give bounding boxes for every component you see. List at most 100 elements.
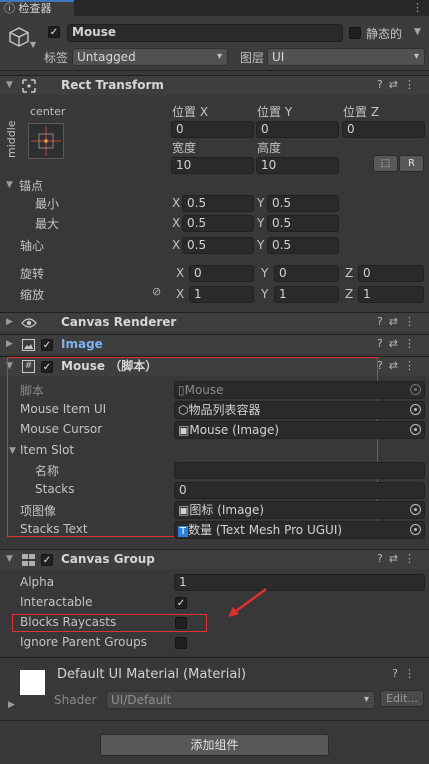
textmeshpro-icon: T <box>178 526 189 537</box>
scale-z-input[interactable]: 1 <box>358 286 424 303</box>
cursor-label: Mouse Cursor <box>20 422 103 436</box>
raw-edit-button[interactable]: R <box>399 155 424 172</box>
anchors-fold-icon[interactable]: ▼ <box>6 176 13 195</box>
component-header-icons[interactable]: ?⇄⋮ <box>377 337 421 350</box>
object-name-input[interactable]: Mouse <box>67 24 343 42</box>
canvas-group-header[interactable]: ▼ ✓ Canvas Group ?⇄⋮ <box>0 549 429 569</box>
object-picker-icon[interactable] <box>410 504 421 515</box>
item-ui-label: Mouse Item UI <box>20 402 107 416</box>
component-header-icons[interactable]: ?⇄⋮ <box>377 78 421 91</box>
material-fold-icon[interactable]: ▶ <box>8 696 15 715</box>
script-field: ▯Mouse <box>174 381 425 399</box>
red-arrow-icon <box>228 588 267 617</box>
blueprint-mode-button[interactable]: ⬚ <box>373 155 398 172</box>
material-title: Default UI Material (Material) <box>57 667 247 682</box>
icon-dropdown-arrow[interactable]: ▼ <box>30 40 36 49</box>
name-input[interactable] <box>174 462 425 479</box>
pos-z-input[interactable]: 0 <box>342 121 425 138</box>
link-scale-icon[interactable]: ⊘ <box>152 285 161 298</box>
component-header-icons[interactable]: ?⇄⋮ <box>377 315 421 328</box>
object-header: ▼ ✓ Mouse 静态的 ▼ 标签 Untagged 图层 UI <box>0 16 429 71</box>
fold-arrow-icon[interactable]: ▼ <box>6 550 13 569</box>
pos-y-input[interactable]: 0 <box>256 121 339 138</box>
script-value: Mouse <box>184 383 224 397</box>
anchor-preset-button[interactable] <box>28 123 64 159</box>
min-x-input[interactable]: 0.5 <box>182 195 254 212</box>
image-icon: ▣ <box>178 503 190 517</box>
fold-arrow-icon[interactable]: ▶ <box>6 335 13 354</box>
stacks-input[interactable]: 0 <box>174 482 425 499</box>
height-input[interactable]: 10 <box>256 157 339 174</box>
stacks-text-field[interactable]: T 数量 (Text Mesh Pro UGUI) <box>174 521 425 539</box>
cursor-value: Mouse (Image) <box>189 423 280 437</box>
fold-arrow-icon[interactable]: ▼ <box>6 76 13 95</box>
material-section: Default UI Material (Material) Shader UI… <box>0 657 429 713</box>
inspector-icon: ⓘ <box>4 2 15 15</box>
rot-y-input[interactable]: 0 <box>274 265 339 282</box>
pivot-x-input[interactable]: 0.5 <box>182 237 254 254</box>
material-header-icons[interactable]: ?⋮ <box>392 667 421 680</box>
add-component-button[interactable]: 添加组件 <box>100 734 329 756</box>
object-picker-icon[interactable] <box>410 524 421 535</box>
image-header[interactable]: ▶ ✓ Image ?⇄⋮ <box>0 334 429 354</box>
component-header-icons[interactable]: ?⇄⋮ <box>377 552 421 565</box>
tab-menu-icon[interactable]: ⋮ <box>412 1 423 14</box>
max-x-input[interactable]: 0.5 <box>182 215 254 232</box>
image-icon: ▣ <box>178 423 190 437</box>
cursor-field[interactable]: ▣Mouse (Image) <box>174 421 425 439</box>
fold-arrow-icon[interactable]: ▶ <box>6 313 13 332</box>
component-header-icons[interactable]: ?⇄⋮ <box>377 359 421 372</box>
anchor-v-label: middle <box>5 120 18 158</box>
item-ui-field[interactable]: ⬡物品列表容器 <box>174 401 425 419</box>
item-image-value: 图标 (Image) <box>189 503 265 517</box>
alpha-input[interactable]: 1 <box>174 574 425 591</box>
canvas-renderer-header[interactable]: ▶ Canvas Renderer ?⇄⋮ <box>0 312 429 332</box>
rect-transform-header[interactable]: ▼ Rect Transform ?⇄⋮ <box>0 75 429 95</box>
gameobject-icon: ⬡ <box>178 403 189 417</box>
item-ui-value: 物品列表容器 <box>188 403 261 417</box>
static-checkbox[interactable] <box>349 27 361 39</box>
rect-transform-title: Rect Transform <box>61 78 164 92</box>
static-dropdown-icon[interactable]: ▼ <box>414 27 421 37</box>
max-y-input[interactable]: 0.5 <box>267 215 339 232</box>
pivot-x-label: X <box>172 238 181 252</box>
static-label: 静态的 <box>366 27 403 41</box>
max-y-label: Y <box>257 216 265 230</box>
active-checkbox[interactable]: ✓ <box>48 26 60 38</box>
image-enabled-checkbox[interactable]: ✓ <box>41 339 53 351</box>
object-picker-icon[interactable] <box>410 424 421 435</box>
tag-dropdown[interactable]: Untagged <box>72 48 228 66</box>
min-y-input[interactable]: 0.5 <box>267 195 339 212</box>
tab-bar: ⓘ 检查器 ⋮ <box>0 0 429 16</box>
layer-dropdown[interactable]: UI <box>267 48 425 66</box>
pivot-y-label: Y <box>257 238 265 252</box>
width-input[interactable]: 10 <box>171 157 254 174</box>
anchors-label: 锚点 <box>19 179 44 193</box>
tab-inspector[interactable]: ⓘ 检查器 <box>0 0 74 16</box>
alpha-label: Alpha <box>20 575 55 589</box>
shader-dropdown[interactable]: UI/Default <box>106 691 375 709</box>
min-y-label: Y <box>257 196 265 210</box>
tag-label: 标签 <box>44 51 69 65</box>
pivot-y-input[interactable]: 0.5 <box>267 237 339 254</box>
rot-x-input[interactable]: 0 <box>189 265 254 282</box>
material-preview <box>20 670 45 695</box>
scale-y-input[interactable]: 1 <box>274 286 339 303</box>
image-icon <box>22 339 35 351</box>
rot-z-input[interactable]: 0 <box>358 265 424 282</box>
ignore-parent-checkbox[interactable] <box>175 637 187 649</box>
scale-y-label: Y <box>261 287 269 301</box>
stacks-label: Stacks <box>35 482 75 496</box>
item-image-field[interactable]: ▣图标 (Image) <box>174 501 425 519</box>
rot-z-label: Z <box>345 266 354 280</box>
edit-shader-button[interactable]: Edit... <box>380 690 424 707</box>
interactable-checkbox[interactable]: ✓ <box>175 597 187 609</box>
pos-x-input[interactable]: 0 <box>171 121 254 138</box>
blocks-raycasts-checkbox[interactable] <box>175 617 187 629</box>
item-slot-fold-icon[interactable]: ▼ <box>9 442 16 461</box>
object-picker-icon[interactable] <box>410 404 421 415</box>
shader-label: Shader <box>54 693 97 707</box>
scale-x-input[interactable]: 1 <box>189 286 254 303</box>
blocks-raycasts-label: Blocks Raycasts <box>20 615 117 629</box>
canvas-group-enabled-checkbox[interactable]: ✓ <box>41 554 53 566</box>
